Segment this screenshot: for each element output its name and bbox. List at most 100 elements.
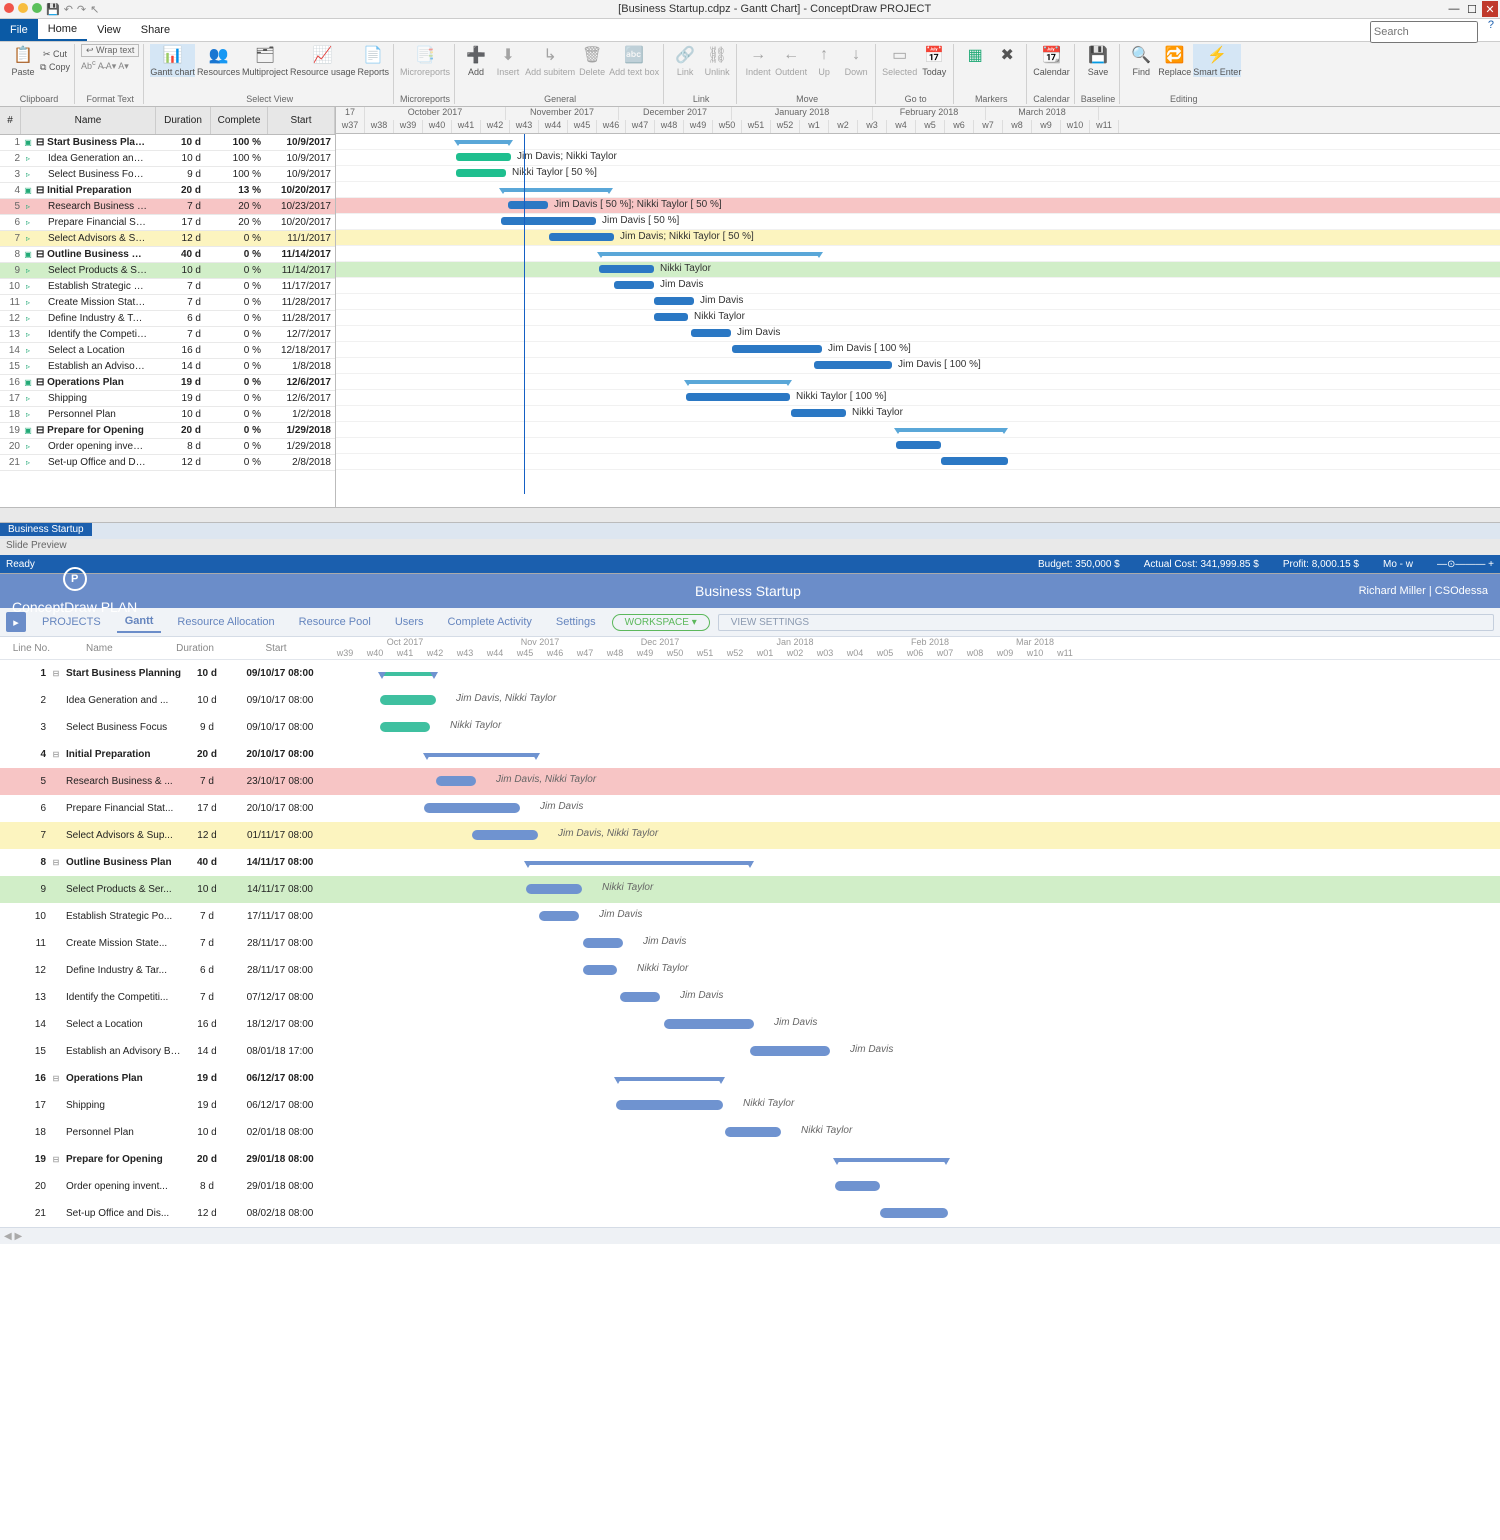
gantt-chart-button[interactable]: 📊Gantt chart <box>150 44 195 77</box>
project-tab[interactable]: Business Startup <box>0 523 92 536</box>
undo-icon[interactable]: ↶ <box>64 3 73 16</box>
task-bar[interactable] <box>539 911 579 921</box>
task-row[interactable]: 5▹Research Business & Trade Organization… <box>0 199 335 215</box>
scroll-right-icon[interactable]: ▶ <box>14 1231 22 1242</box>
task-bar[interactable] <box>654 313 688 321</box>
task-bar[interactable] <box>896 441 941 449</box>
task-row[interactable]: 2▹Idea Generation and Refining10 d100 %1… <box>0 151 335 167</box>
nav-users[interactable]: Users <box>387 612 432 632</box>
col-start[interactable]: Start <box>268 107 335 134</box>
expand-icon[interactable]: ⊟ <box>46 750 66 759</box>
link-button[interactable]: 🔗Link <box>670 44 700 77</box>
add-button[interactable]: ➕Add <box>461 44 491 77</box>
cut-button[interactable]: ✂ Cut <box>40 49 70 60</box>
task-row[interactable]: 1▣⊟ Start Business Planning10 d100 %10/9… <box>0 135 335 151</box>
task-row[interactable]: 9▹Select Products & Services10 d0 %11/14… <box>0 263 335 279</box>
nav-projects[interactable]: PROJECTS <box>34 612 109 632</box>
task-bar[interactable] <box>686 393 790 401</box>
nav-resalloc[interactable]: Resource Allocation <box>169 612 282 632</box>
task-row[interactable]: 17Shipping19 d06/12/17 08:00 <box>0 1092 330 1119</box>
outdent-button[interactable]: ←Outdent <box>775 44 807 77</box>
bcol-name[interactable]: Name <box>82 643 168 654</box>
bcol-start[interactable]: Start <box>222 643 330 654</box>
task-bar[interactable] <box>880 1208 948 1218</box>
task-row[interactable]: 8⊟Outline Business Plan40 d14/11/17 08:0… <box>0 849 330 876</box>
task-row[interactable]: 6▹Prepare Financial Statement & Balance … <box>0 215 335 231</box>
expand-icon[interactable]: ⊟ <box>46 1155 66 1164</box>
pointer-icon[interactable]: ↖ <box>90 3 99 16</box>
menu-home[interactable]: Home <box>38 19 87 41</box>
task-bar[interactable] <box>691 329 731 337</box>
maximize-dot[interactable] <box>32 3 42 13</box>
task-row[interactable]: 21Set-up Office and Dis...12 d08/02/18 0… <box>0 1200 330 1227</box>
task-row[interactable]: 12Define Industry & Tar...6 d28/11/17 08… <box>0 957 330 984</box>
save-icon[interactable]: 💾 <box>46 3 60 16</box>
task-row[interactable]: 2Idea Generation and ...10 d09/10/17 08:… <box>0 687 330 714</box>
find-button[interactable]: 🔍Find <box>1126 44 1156 77</box>
task-row[interactable]: 17▹Shipping19 d0 %12/6/2017 <box>0 391 335 407</box>
task-row[interactable]: 9Select Products & Ser...10 d14/11/17 08… <box>0 876 330 903</box>
hamburger-icon[interactable]: ▸ <box>6 612 26 632</box>
task-bar[interactable] <box>549 233 614 241</box>
task-row[interactable]: 20▹Order opening inventories8 d0 %1/29/2… <box>0 439 335 455</box>
col-duration[interactable]: Duration <box>156 107 211 134</box>
markers-green[interactable]: ▦ <box>960 44 990 66</box>
close-dot[interactable] <box>4 3 14 13</box>
task-bar[interactable] <box>380 695 436 705</box>
wrap-text-toggle[interactable]: ↩ Wrap text <box>81 44 139 57</box>
task-row[interactable]: 14Select a Location16 d18/12/17 08:00 <box>0 1011 330 1038</box>
task-row[interactable]: 5Research Business & ...7 d23/10/17 08:0… <box>0 768 330 795</box>
summary-bar[interactable] <box>896 428 1006 432</box>
help-icon[interactable]: ? <box>1488 19 1494 41</box>
bcol-dur[interactable]: Duration <box>168 643 222 654</box>
menu-view[interactable]: View <box>87 19 131 41</box>
down-button[interactable]: ↓Down <box>841 44 871 77</box>
summary-bar[interactable] <box>835 1158 948 1162</box>
task-row[interactable]: 7Select Advisors & Sup...12 d01/11/17 08… <box>0 822 330 849</box>
summary-bar[interactable] <box>599 252 821 256</box>
summary-bar[interactable] <box>686 380 790 384</box>
minimize-dot[interactable] <box>18 3 28 13</box>
smart-enter-button[interactable]: ⚡Smart Enter <box>1193 44 1241 77</box>
task-row[interactable]: 11▹Create Mission Statement7 d0 %11/28/2… <box>0 295 335 311</box>
nav-gantt[interactable]: Gantt <box>117 611 162 633</box>
summary-bar[interactable] <box>501 188 611 192</box>
task-row[interactable]: 7▹Select Advisors & Support Consultants1… <box>0 231 335 247</box>
task-bar[interactable] <box>501 217 596 225</box>
search-input[interactable] <box>1370 21 1478 43</box>
task-row[interactable]: 13▹Identify the Competition7 d0 %12/7/20… <box>0 327 335 343</box>
task-row[interactable]: 3▹Select Business Focus9 d100 %10/9/2017 <box>0 167 335 183</box>
indent-button[interactable]: →Indent <box>743 44 773 77</box>
summary-bar[interactable] <box>526 861 752 865</box>
menu-file[interactable]: File <box>0 19 38 41</box>
task-bar[interactable] <box>732 345 822 353</box>
unlink-button[interactable]: ⛓Unlink <box>702 44 732 77</box>
task-bar[interactable] <box>620 992 660 1002</box>
task-row[interactable]: 20Order opening invent...8 d29/01/18 08:… <box>0 1173 330 1200</box>
col-complete[interactable]: Complete <box>211 107 268 134</box>
add-textbox-button[interactable]: 🔤Add text box <box>609 44 659 77</box>
task-row[interactable]: 6Prepare Financial Stat...17 d20/10/17 0… <box>0 795 330 822</box>
task-bar[interactable] <box>835 1181 880 1191</box>
max-button[interactable]: ☐ <box>1464 1 1480 17</box>
zoom-slider[interactable]: —⊙——— + <box>1437 559 1494 570</box>
task-row[interactable]: 12▹Define Industry & Target Markets6 d0 … <box>0 311 335 327</box>
redo-icon[interactable]: ↷ <box>77 3 86 16</box>
task-bar[interactable] <box>750 1046 830 1056</box>
paste-button[interactable]: 📋Paste <box>8 44 38 77</box>
summary-bar[interactable] <box>456 140 511 144</box>
view-settings-button[interactable]: VIEW SETTINGS <box>718 614 1494 631</box>
task-bar[interactable] <box>508 201 548 209</box>
up-button[interactable]: ↑Up <box>809 44 839 77</box>
replace-button[interactable]: 🔁Replace <box>1158 44 1191 77</box>
task-bar[interactable] <box>814 361 892 369</box>
task-bar[interactable] <box>583 938 623 948</box>
task-bar[interactable] <box>664 1019 754 1029</box>
expand-icon[interactable]: ⊟ <box>46 858 66 867</box>
add-subitem-button[interactable]: ↳Add subitem <box>525 44 575 77</box>
insert-button[interactable]: ⬇Insert <box>493 44 523 77</box>
goto-selected-button[interactable]: ▭Selected <box>882 44 917 77</box>
expand-icon[interactable]: ⊟ <box>46 669 66 678</box>
task-bar[interactable] <box>583 965 617 975</box>
task-row[interactable]: 1⊟Start Business Planning10 d09/10/17 08… <box>0 660 330 687</box>
